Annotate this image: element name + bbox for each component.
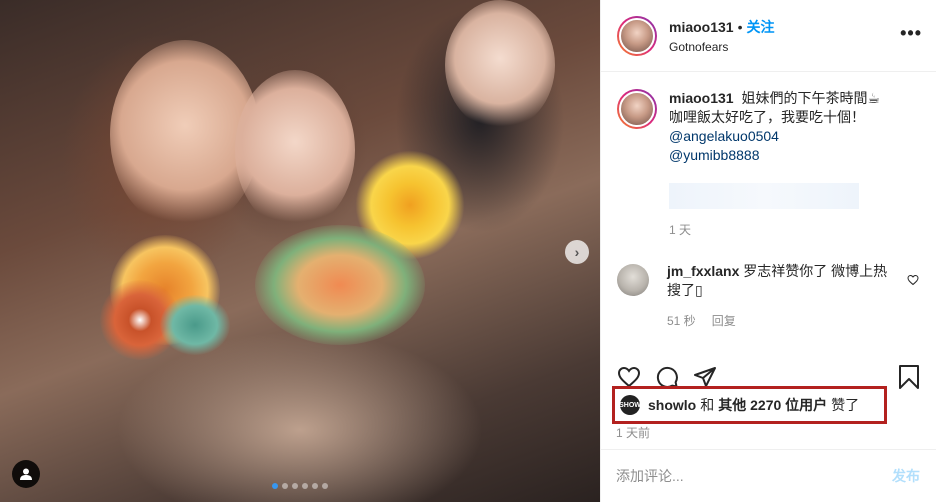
carousel-dot (322, 483, 328, 489)
post-photo[interactable]: › (0, 0, 600, 502)
caption: miaoo131 姐妹們的下午茶時間☕ 咖哩飯太好吃了，我要吃十個！ @ange… (617, 89, 921, 240)
separator-dot: • (737, 19, 743, 35)
comments-section[interactable]: miaoo131 姐妹們的下午茶時間☕ 咖哩飯太好吃了，我要吃十個！ @ange… (601, 73, 936, 353)
liker-username[interactable]: showlo (648, 397, 696, 413)
user-tag-icon (20, 468, 32, 480)
more-options-icon[interactable]: ••• (900, 24, 922, 42)
liker-avatar[interactable]: SHOW (619, 395, 641, 415)
likes-conjunction: 和 (700, 397, 715, 413)
caption-avatar[interactable] (617, 89, 657, 129)
commenter-username[interactable]: jm_fxxlanx (667, 263, 739, 279)
caption-mention-2[interactable]: @yumibb8888 (669, 146, 880, 165)
likes-count-link[interactable]: 其他 2270 位用户 (718, 395, 827, 415)
hashtags-blurred (669, 183, 859, 209)
comment-item: jm_fxxlanx 罗志祥赞你了 微博上热搜了▯ 51 秒 回复 (617, 262, 921, 331)
post-timestamp: 1 天前 (616, 426, 651, 440)
photo-person-right (445, 0, 555, 130)
save-bookmark-icon[interactable] (897, 364, 921, 390)
photo-person-center (235, 70, 355, 230)
comment-timestamp: 51 秒 (667, 314, 696, 328)
caption-username[interactable]: miaoo131 (669, 90, 734, 106)
post-comment-button[interactable]: 发布 (892, 466, 920, 486)
add-comment-input[interactable] (616, 468, 892, 484)
chevron-right-icon: › (574, 244, 580, 260)
carousel-dot (312, 483, 318, 489)
carousel-dot (302, 483, 308, 489)
carousel-dot-active (272, 483, 278, 489)
reply-button[interactable]: 回复 (712, 312, 736, 331)
carousel-indicator (272, 483, 328, 489)
photo-sticker-leaf (160, 295, 230, 355)
likes-suffix: 赞了 (831, 397, 860, 413)
follow-button[interactable]: 关注 (747, 17, 775, 37)
post-header: miaoo131 • 关注 Gotnofears ••• (601, 0, 936, 72)
caption-timestamp: 1 天 (669, 223, 692, 237)
caption-text-line2: 咖哩飯太好吃了，我要吃十個！ (669, 109, 865, 125)
carousel-next-button[interactable]: › (565, 240, 589, 264)
commenter-avatar[interactable] (617, 264, 649, 296)
caption-text-line1: 姐妹們的下午茶時間☕ (741, 90, 881, 106)
author-username[interactable]: miaoo131 (669, 19, 734, 35)
author-avatar[interactable] (617, 15, 657, 56)
post-details-panel: miaoo131 • 关注 Gotnofears ••• miaoo131 姐妹… (600, 0, 936, 502)
add-comment-bar: 发布 (600, 449, 936, 502)
carousel-dot (282, 483, 288, 489)
comment-like-heart-icon[interactable] (907, 274, 919, 286)
likes-summary: SHOW showlo 和 其他 2270 位用户 赞了 (612, 386, 887, 424)
post-location[interactable]: Gotnofears (669, 40, 775, 54)
carousel-dot (292, 483, 298, 489)
caption-mention-1[interactable]: @angelakuo0504 (669, 127, 880, 146)
photo-sticker-bouquet (255, 225, 425, 345)
tagged-users-button[interactable] (12, 460, 40, 488)
